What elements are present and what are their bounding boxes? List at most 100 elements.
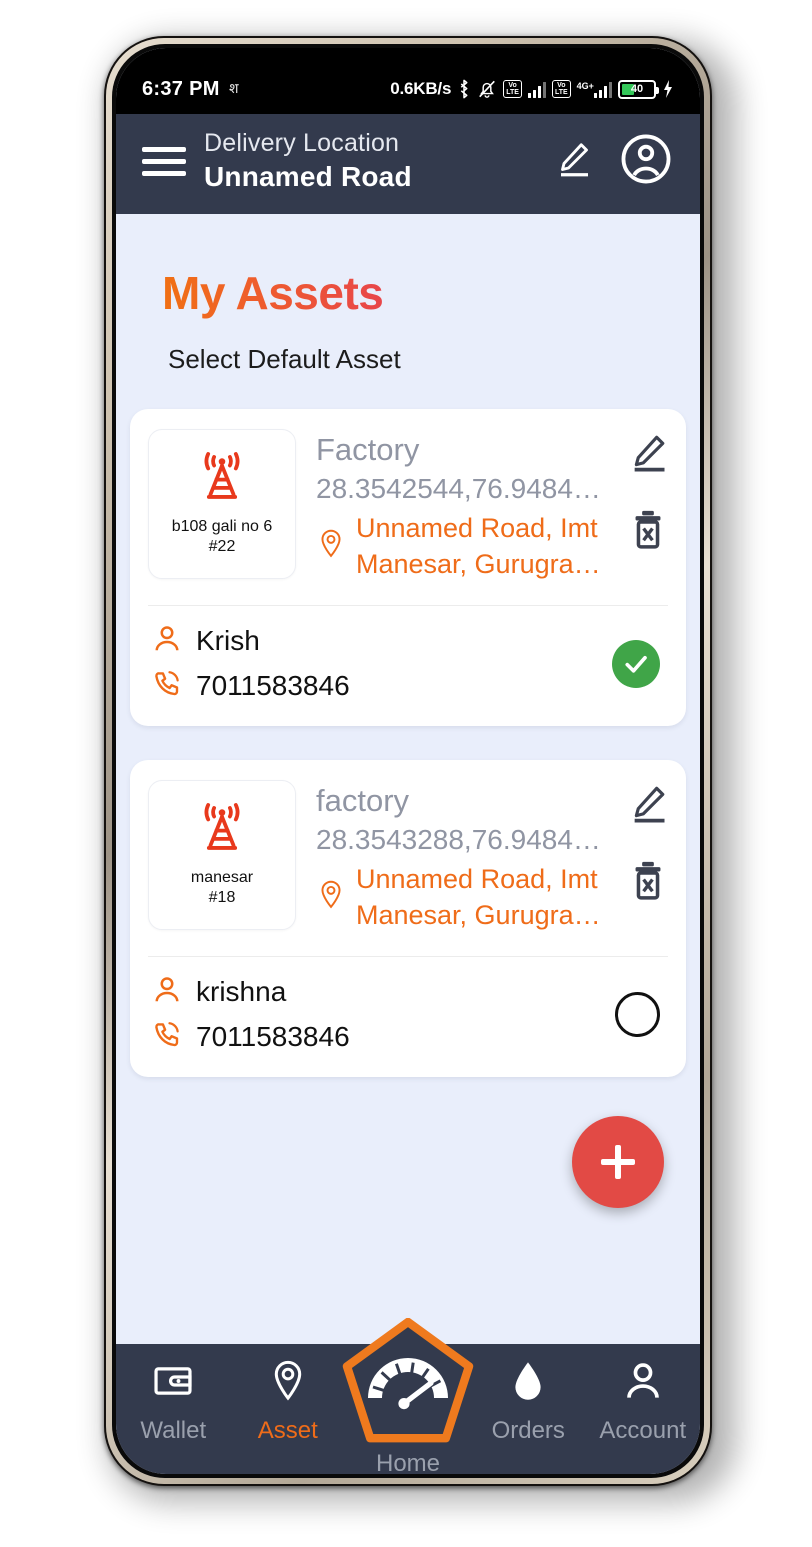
- asset-contact: Krish 7011583846: [152, 624, 350, 704]
- asset-card[interactable]: manesar #18 factory 28.3543288,76.9484…: [130, 759, 686, 1077]
- nav-item-asset[interactable]: Asset: [231, 1360, 346, 1445]
- contact-name: krishna: [196, 976, 287, 1008]
- asset-thumbnail[interactable]: manesar #18: [148, 779, 296, 930]
- contact-phone: 7011583846: [196, 670, 350, 702]
- lightning-bolt-icon: [662, 79, 674, 99]
- delivery-location-label: Delivery Location: [204, 129, 400, 157]
- thumb-label-line2: #18: [208, 889, 236, 907]
- page-subtitle: Select Default Asset: [168, 343, 401, 374]
- asset-address-row: Unnamed Road, Imt Manesar, Gurugra…: [316, 861, 672, 934]
- person-icon: [622, 1360, 664, 1407]
- person-icon: [152, 624, 182, 659]
- asset-contact: krishna 7011583846: [152, 975, 350, 1055]
- contact-name-row: Krish: [152, 624, 350, 659]
- plus-icon: [599, 1143, 637, 1181]
- nav-label-wallet: Wallet: [140, 1417, 207, 1444]
- app-bar-actions: [552, 133, 672, 190]
- asset-card-actions: [626, 431, 670, 557]
- battery-percent-label: 40: [630, 83, 644, 95]
- asset-thumbnail[interactable]: b108 gali no 6 #22: [148, 428, 296, 579]
- check-circle-filled-icon[interactable]: [612, 639, 660, 688]
- data-type-label: 4G+: [576, 80, 594, 91]
- trash-delete-icon[interactable]: [628, 859, 668, 908]
- thumb-label-line1: b108 gali no 6: [171, 517, 273, 535]
- nav-label-account: Account: [599, 1417, 687, 1444]
- phone-frame: 6:37 PM श 0.6KB/s Vo LTE Vo LTE 4G+ 40 D…: [104, 36, 712, 1486]
- asset-address-line2: Manesar, Gurugra…: [356, 549, 601, 580]
- asset-address-line1: Unnamed Road, Imt: [356, 863, 598, 894]
- signal-bars-2-group: 4G+: [577, 81, 612, 98]
- asset-contact-row: Krish 7011583846: [130, 606, 686, 726]
- phone-call-icon: [152, 669, 182, 704]
- pencil-edit-icon[interactable]: [626, 431, 670, 480]
- nav-item-account[interactable]: Account: [586, 1360, 701, 1445]
- asset-coordinates: 28.3542544,76.9484…: [316, 473, 601, 505]
- nav-item-wallet[interactable]: Wallet: [116, 1360, 231, 1445]
- app-bar: Delivery Location Unnamed Road: [116, 114, 700, 214]
- phone-bezel: 6:37 PM श 0.6KB/s Vo LTE Vo LTE 4G+ 40 D…: [106, 38, 710, 1484]
- asset-card-actions: [626, 782, 670, 908]
- asset-name: factory: [316, 782, 410, 818]
- contact-phone: 7011583846: [196, 1021, 350, 1053]
- phone-screen: 6:37 PM श 0.6KB/s Vo LTE Vo LTE 4G+ 40 D…: [116, 48, 700, 1474]
- asset-thumbnail-label: manesar #18: [185, 868, 259, 909]
- pencil-edit-icon[interactable]: [626, 782, 670, 831]
- trash-delete-icon[interactable]: [628, 508, 668, 557]
- contact-name-row: krishna: [152, 975, 350, 1010]
- hamburger-menu-icon[interactable]: [142, 147, 186, 177]
- asset-info: Factory 28.3542544,76.9484… Unnamed Road…: [296, 429, 672, 583]
- map-pin-icon: [267, 1360, 309, 1407]
- phone-inner-frame: 6:37 PM श 0.6KB/s Vo LTE Vo LTE 4G+ 40 D…: [112, 44, 704, 1478]
- wallet-icon: [152, 1360, 194, 1407]
- status-bar-right: 0.6KB/s Vo LTE Vo LTE 4G+ 40: [390, 79, 674, 99]
- network-speed-label: 0.6KB/s: [390, 79, 452, 98]
- volte-icon-1: Vo LTE: [503, 79, 522, 99]
- account-circle-icon[interactable]: [620, 133, 672, 190]
- nav-item-home[interactable]: Home: [333, 1317, 483, 1474]
- status-bar: 6:37 PM श 0.6KB/s Vo LTE Vo LTE 4G+ 40: [116, 48, 700, 114]
- signal-bars-1: [527, 81, 546, 98]
- person-icon: [152, 975, 182, 1010]
- bell-off-icon: [477, 79, 497, 99]
- contact-phone-row[interactable]: 7011583846: [152, 669, 350, 704]
- svg-text:श: श: [229, 80, 239, 96]
- circle-outline-icon[interactable]: [615, 992, 660, 1038]
- main-content: My Assets Select Default Asset b108 gali…: [116, 213, 700, 1344]
- speedometer-gauge-icon: [342, 1317, 474, 1444]
- radio-tower-icon: [194, 801, 250, 862]
- notification-glyph-icon: श: [229, 78, 249, 100]
- nav-item-orders[interactable]: Orders: [471, 1360, 586, 1445]
- bottom-navigation: Wallet Asset Orders Account Home: [116, 1317, 701, 1474]
- asset-coordinates: 28.3543288,76.9484…: [316, 824, 601, 856]
- asset-card[interactable]: b108 gali no 6 #22 Factory 28.3542544,76…: [130, 408, 686, 726]
- asset-card-top: manesar #18 factory 28.3543288,76.9484…: [130, 760, 686, 948]
- contact-phone-row[interactable]: 7011583846: [152, 1020, 350, 1055]
- asset-name: Factory: [316, 431, 420, 467]
- add-asset-fab[interactable]: [572, 1116, 664, 1208]
- thumb-label-line1: manesar: [190, 868, 254, 886]
- nav-label-home: Home: [375, 1450, 441, 1474]
- status-bar-left: 6:37 PM श: [142, 78, 249, 101]
- app-bar-titles: Delivery Location Unnamed Road: [204, 128, 534, 196]
- contact-name: Krish: [196, 625, 260, 657]
- signal-bars-2: [593, 81, 612, 98]
- asset-info: factory 28.3543288,76.9484… Unnamed Road…: [296, 780, 672, 934]
- radio-tower-icon: [194, 450, 250, 511]
- asset-address-line2: Manesar, Gurugra…: [356, 900, 601, 931]
- bluetooth-icon: [457, 79, 471, 99]
- asset-address-row: Unnamed Road, Imt Manesar, Gurugra…: [316, 510, 672, 583]
- delivery-location-value: Unnamed Road: [204, 161, 412, 193]
- battery-icon: 40: [618, 79, 659, 99]
- map-pin-icon: [316, 880, 346, 915]
- fuel-droplet-icon: [508, 1360, 548, 1407]
- asset-thumbnail-label: b108 gali no 6 #22: [166, 517, 279, 558]
- nav-label-orders: Orders: [491, 1417, 565, 1444]
- asset-card-top: b108 gali no 6 #22 Factory 28.3542544,76…: [130, 409, 686, 597]
- status-time: 6:37 PM: [142, 77, 220, 100]
- asset-address-line1: Unnamed Road, Imt: [356, 512, 598, 543]
- pencil-edit-icon[interactable]: [552, 138, 594, 185]
- nav-label-asset: Asset: [257, 1417, 318, 1444]
- map-pin-icon: [316, 529, 346, 564]
- thumb-label-line2: #22: [208, 538, 236, 556]
- phone-call-icon: [152, 1020, 182, 1055]
